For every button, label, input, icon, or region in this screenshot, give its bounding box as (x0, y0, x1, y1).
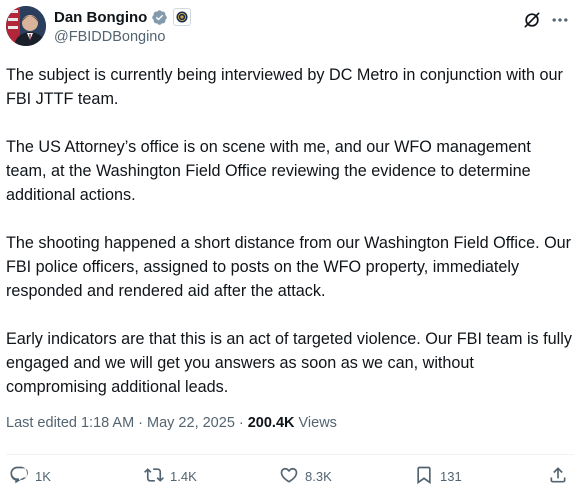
post-paragraph: The US Attorney’s office is on scene wit… (6, 138, 531, 204)
views-label: Views (298, 415, 337, 431)
share-button[interactable] (548, 465, 568, 488)
post-paragraph: The shooting happened a short distance f… (6, 234, 572, 300)
edited-timestamp[interactable]: Last edited 1:18 AM (6, 415, 134, 431)
repost-button[interactable]: 1.4K (144, 465, 197, 488)
author-name[interactable]: Dan Bongino (54, 9, 147, 26)
author-handle[interactable]: @FBIDDBongino (54, 29, 191, 45)
divider (6, 454, 574, 455)
heart-icon (279, 465, 299, 488)
more-icon[interactable] (550, 10, 570, 30)
action-bar: 1K 1.4K 8.3K 131 (0, 465, 580, 491)
views-count: 200.4K (247, 415, 295, 431)
avatar[interactable] (6, 6, 46, 46)
share-icon (548, 465, 568, 488)
repost-icon (144, 465, 164, 488)
reply-icon (9, 465, 29, 488)
repost-count: 1.4K (170, 469, 197, 484)
separator: · (138, 415, 144, 431)
fbi-seal-icon[interactable] (173, 8, 192, 26)
post-paragraph: Early indicators are that this is an act… (6, 330, 572, 396)
post-paragraph: The subject is currently being interview… (6, 66, 563, 108)
bookmark-icon (414, 465, 434, 488)
post-metadata: Last edited 1:18 AM · May 22, 2025 · 200… (6, 415, 337, 431)
verified-badge-icon[interactable] (151, 9, 168, 26)
post-text: The subject is currently being interview… (6, 63, 572, 423)
bookmark-count: 131 (440, 469, 462, 484)
reply-count: 1K (35, 469, 51, 484)
post-date[interactable]: May 22, 2025 (147, 415, 235, 431)
like-count: 8.3K (305, 469, 332, 484)
like-button[interactable]: 8.3K (279, 465, 332, 488)
post-header: Dan Bongino @FBIDDBongino (6, 6, 570, 50)
bookmark-button[interactable]: 131 (414, 465, 462, 488)
reply-button[interactable]: 1K (9, 465, 51, 488)
separator: · (238, 415, 244, 431)
grok-icon[interactable] (522, 10, 542, 30)
